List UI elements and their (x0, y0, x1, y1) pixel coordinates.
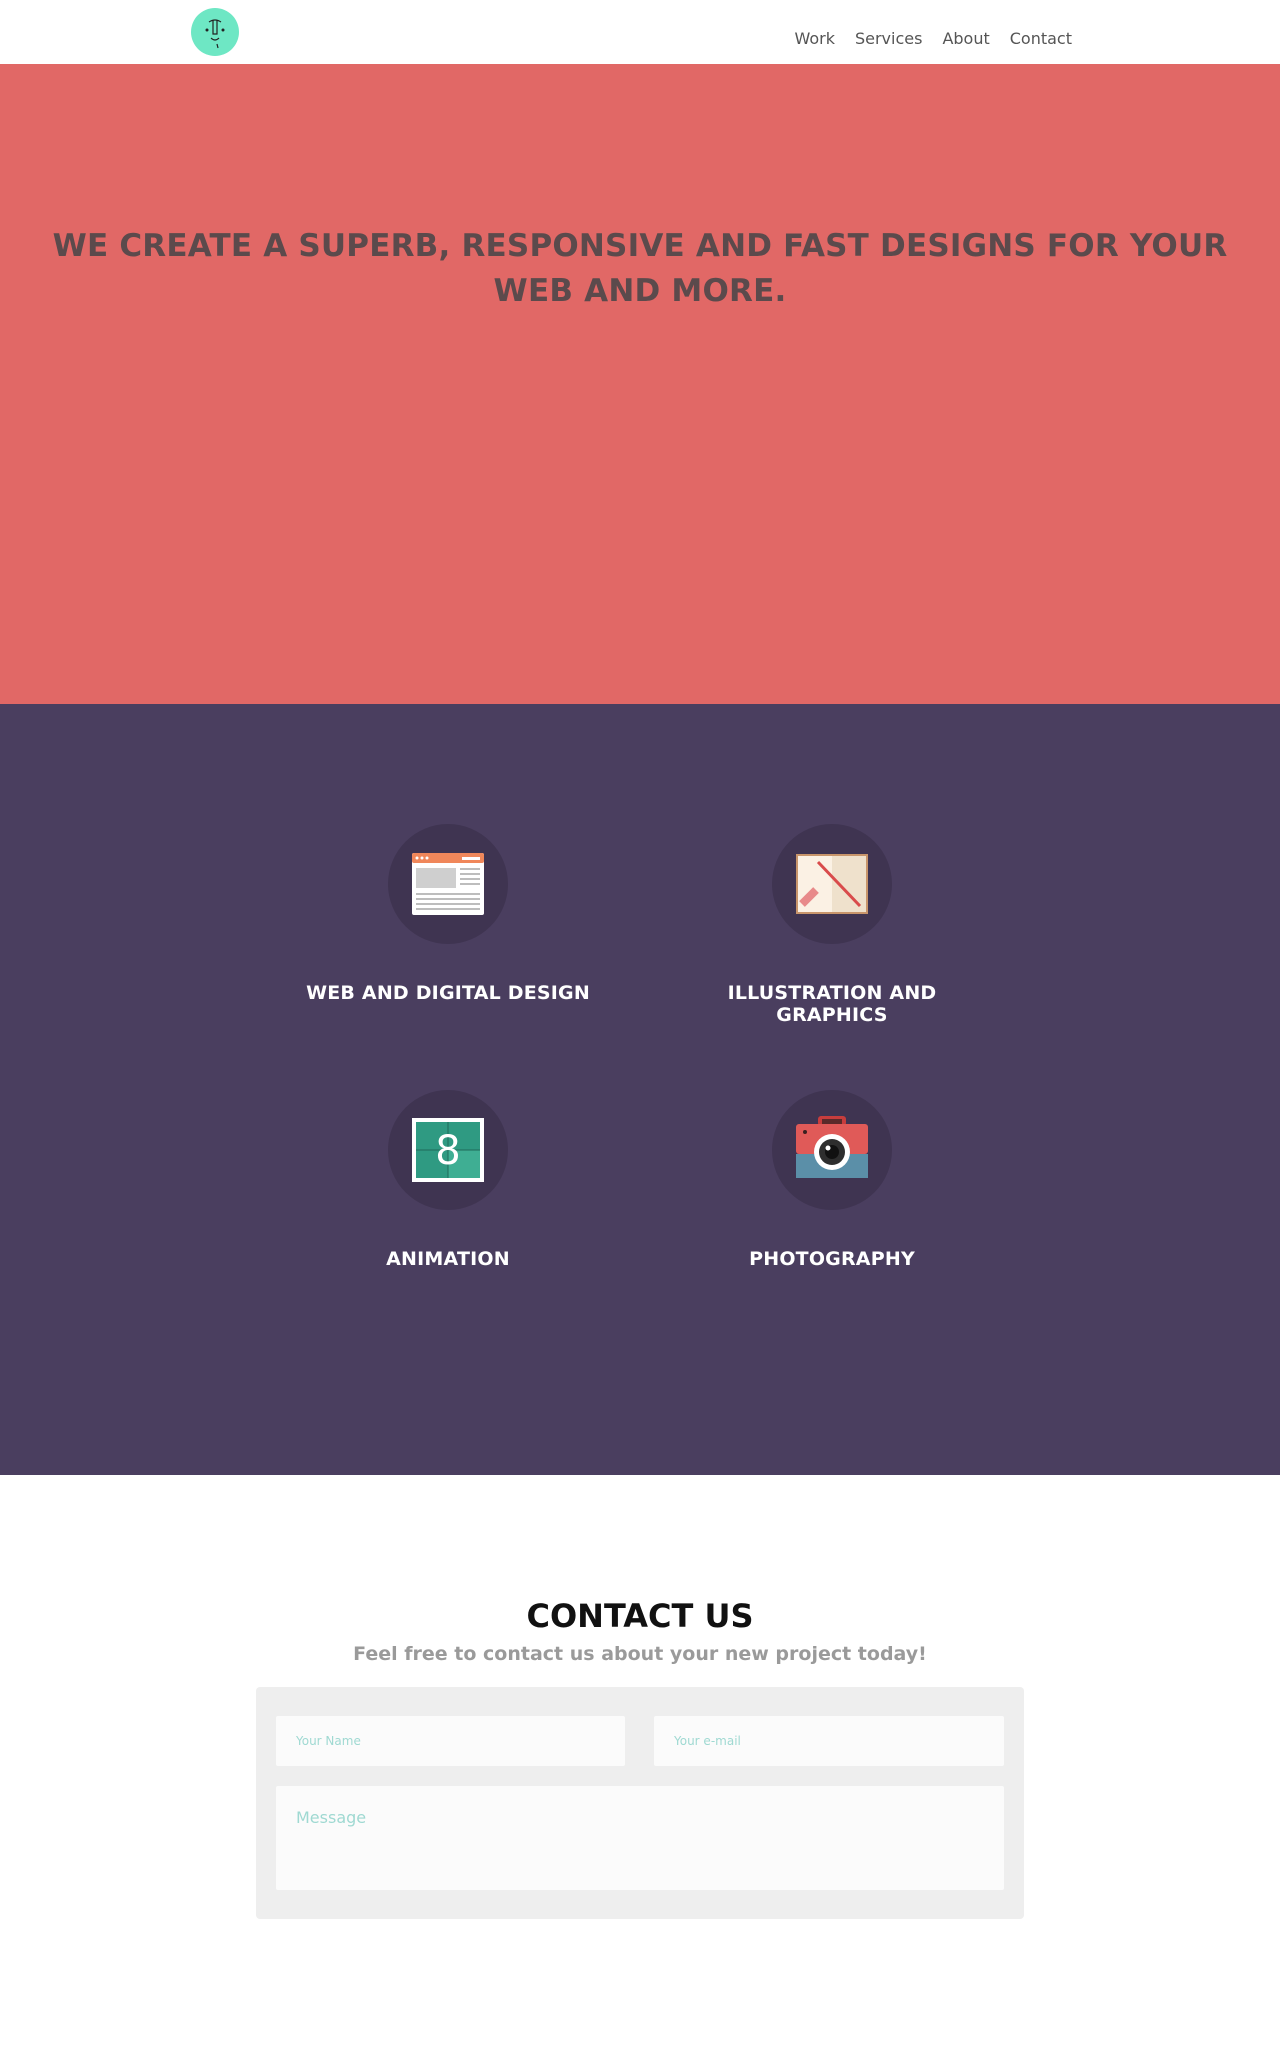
contact-section: CONTACT US Feel free to contact us about… (0, 1475, 1280, 2060)
hero-title: WE CREATE A SUPERB, RESPONSIVE AND FAST … (52, 228, 1228, 309)
contact-form (256, 1687, 1024, 1919)
service-illustration: ILLUSTRATION AND GRAPHICS (672, 824, 992, 1026)
service-photography: PHOTOGRAPHY (672, 1090, 992, 1270)
service-label: ILLUSTRATION AND GRAPHICS (727, 982, 937, 1026)
message-field[interactable] (276, 1786, 1004, 1890)
service-icon-circle (388, 824, 508, 944)
nav-item-work[interactable]: Work (794, 28, 835, 50)
services-section: WEB AND DIGITAL DESIGN ILLUSTRATION AND … (0, 704, 1280, 1475)
camera-icon (796, 1116, 868, 1178)
pencil-drawing-icon (796, 854, 868, 914)
service-icon-circle: 8 (388, 1090, 508, 1210)
service-animation: 8 ANIMATION (288, 1090, 608, 1270)
main-nav: Work Services About Contact (794, 28, 1072, 50)
service-label: PHOTOGRAPHY (749, 1248, 915, 1270)
service-web-design: WEB AND DIGITAL DESIGN (288, 824, 608, 1004)
frame-number: 8 (435, 1128, 460, 1174)
name-field[interactable] (276, 1716, 625, 1766)
service-label: WEB AND DIGITAL DESIGN (306, 982, 590, 1004)
logo[interactable] (191, 8, 239, 56)
hero-section: WE CREATE A SUPERB, RESPONSIVE AND FAST … (0, 64, 1280, 704)
nav-item-about[interactable]: About (942, 28, 989, 50)
contact-title: CONTACT US (526, 1597, 754, 1635)
browser-window-icon (412, 853, 484, 915)
email-field[interactable] (654, 1716, 1004, 1766)
face-sketch-icon (205, 19, 225, 49)
contact-subtitle: Feel free to contact us about your new p… (353, 1643, 927, 1665)
site-header: Work Services About Contact (0, 0, 1280, 64)
nav-item-contact[interactable]: Contact (1010, 28, 1072, 50)
service-label: ANIMATION (386, 1248, 510, 1270)
nav-item-services[interactable]: Services (855, 28, 922, 50)
service-icon-circle (772, 824, 892, 944)
service-icon-circle (772, 1090, 892, 1210)
film-frame-icon: 8 (412, 1118, 484, 1182)
